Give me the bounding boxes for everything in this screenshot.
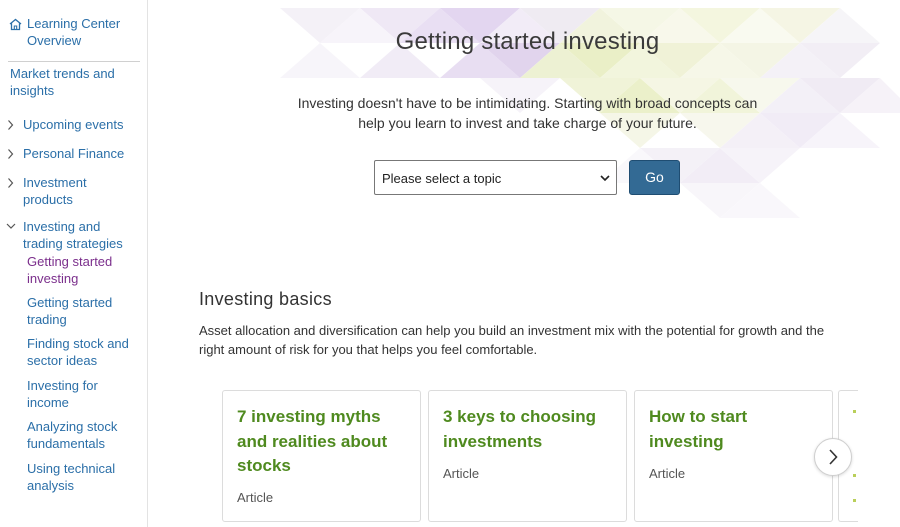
sidebar-item-label: Investing and [23, 219, 101, 234]
sidebar-subitem-getting-started-investing[interactable]: Getting started investing [27, 254, 112, 287]
card-title-line: 7 investing myths [237, 407, 381, 426]
home-icon [8, 17, 23, 32]
go-button[interactable]: Go [629, 160, 680, 195]
card-title-line: investing [649, 431, 724, 451]
sidebar-item-label: sector ideas [27, 352, 98, 368]
sidebar-item-label: Using technical [27, 461, 116, 476]
sidebar-item-label: Investing for [27, 378, 98, 393]
card-title: How to start investing [649, 405, 829, 454]
section-description-line: right amount of risk for you that helps … [199, 342, 538, 357]
sidebar-item-label: Finding stock and [27, 336, 129, 351]
sidebar-item-label: Market trends and [10, 66, 115, 81]
sidebar-item-label: Getting started [27, 295, 113, 310]
sidebar-item-label: Analyzing stock [27, 419, 118, 434]
hero-description-line: help you learn to invest and take charge… [358, 115, 697, 131]
page-title: Getting started investing [395, 28, 660, 55]
card-title-line: 3 keys to choosing [443, 407, 597, 426]
sidebar-item-label: fundamentals [27, 435, 106, 451]
sidebar-item-label: products [23, 191, 73, 207]
card-type: Article [237, 490, 274, 505]
card-title-line: How to start [649, 407, 748, 426]
hero-description-line: Investing doesn't have to be intimidatin… [297, 95, 758, 111]
chevron-right-icon [8, 120, 14, 130]
card-partial-mark [853, 410, 856, 413]
chevron-down-icon [600, 175, 610, 182]
sidebar-item-label: Investment [23, 175, 87, 190]
sidebar-nav: Learning Center Overview Market trends a… [0, 0, 148, 527]
card-type: Article [649, 466, 686, 481]
carousel-next-button[interactable] [814, 438, 852, 476]
sidebar-subitem-investing-for-income[interactable]: Investing for income [27, 378, 98, 411]
sidebar-item-personal-finance[interactable]: Personal Finance [6, 146, 124, 163]
topic-select-value: Please select a topic [382, 171, 502, 186]
sidebar-subitem-getting-started-trading[interactable]: Getting started trading [27, 295, 112, 328]
sidebar-item-label: Getting started [27, 254, 113, 269]
sidebar-item-label: Overview [27, 32, 82, 48]
card-title-line: and realities about [237, 431, 388, 451]
chevron-right-icon [8, 178, 14, 188]
sidebar-item-investing-and-trading-strategies[interactable]: Investing and trading strategies [6, 219, 123, 252]
sidebar-item-upcoming-events[interactable]: Upcoming events [6, 117, 123, 134]
article-card-how-to-start-investing[interactable]: How to start investing Article [634, 390, 833, 522]
card-title-line: investments [443, 431, 543, 451]
sidebar-item-label: investing [27, 270, 79, 286]
sidebar-item-investment-products[interactable]: Investment products [6, 175, 87, 208]
article-card-3-keys-choosing-investments[interactable]: 3 keys to choosing investments Article [428, 390, 627, 522]
sidebar-item-label: trading [27, 311, 67, 327]
sidebar-item-label: Personal Finance [23, 146, 125, 161]
sidebar-item-label: income [27, 394, 69, 410]
chevron-right-icon [829, 449, 838, 465]
article-card-7-investing-myths[interactable]: 7 investing myths and realities about st… [222, 390, 421, 522]
card-title-line: stocks [237, 456, 291, 475]
sidebar-subitem-analyzing-stock-fundamentals[interactable]: Analyzing stock fundamentals [27, 419, 117, 452]
sidebar-item-label: Learning Center [27, 16, 121, 31]
card-title: 7 investing myths and realities about st… [237, 405, 417, 479]
sidebar-item-label: analysis [27, 477, 74, 493]
chevron-down-icon [6, 223, 16, 229]
card-partial-mark [853, 474, 856, 477]
card-title: 3 keys to choosing investments [443, 405, 623, 454]
sidebar-subitem-finding-stock-and-sector-ideas[interactable]: Finding stock and sector ideas [27, 336, 129, 369]
hero-description: Investing doesn't have to be intimidatin… [270, 93, 785, 133]
topic-select[interactable]: Please select a topic [374, 160, 617, 195]
chevron-right-icon [8, 149, 14, 159]
sidebar-item-market-trends[interactable]: Market trends and insights [10, 66, 115, 99]
section-description-line: Asset allocation and diversification can… [199, 323, 825, 338]
sidebar-subitem-using-technical-analysis[interactable]: Using technical analysis [27, 461, 115, 494]
card-type: Article [443, 466, 480, 481]
sidebar-item-label: Upcoming events [23, 117, 124, 132]
card-partial-mark [853, 499, 856, 502]
sidebar-item-label: trading strategies [23, 235, 123, 251]
sidebar-item-label: insights [10, 82, 55, 98]
sidebar-divider [8, 61, 140, 62]
section-title: Investing basics [199, 289, 332, 309]
section-description: Asset allocation and diversification can… [199, 321, 859, 359]
sidebar-item-learning-center-overview[interactable]: Learning Center Overview [8, 16, 120, 49]
